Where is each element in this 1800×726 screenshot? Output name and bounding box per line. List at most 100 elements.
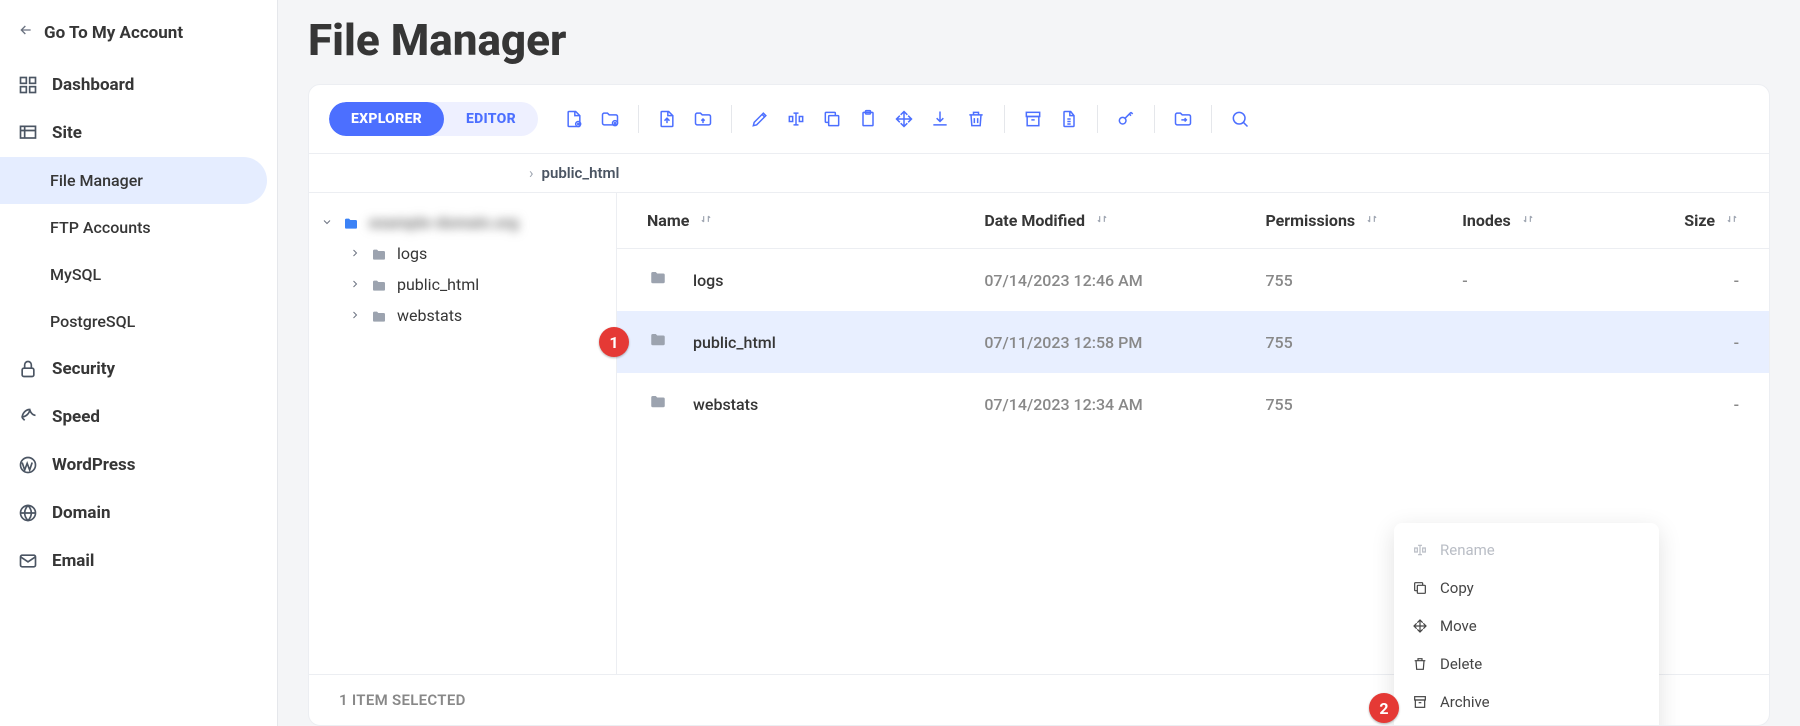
edit-button[interactable] <box>742 101 778 137</box>
archive-button[interactable] <box>1015 101 1051 137</box>
nav-label: Security <box>52 359 115 379</box>
file-manager-panel: EXPLORER EDITOR <box>308 84 1770 726</box>
column-size[interactable]: Size <box>1659 211 1739 230</box>
goto-folder-button[interactable] <box>1165 101 1201 137</box>
new-folder-button[interactable] <box>592 101 628 137</box>
file-inodes: - <box>1462 271 1659 290</box>
separator <box>1211 105 1212 133</box>
column-name[interactable]: Name <box>647 211 984 230</box>
sort-icon <box>699 211 713 230</box>
globe-icon <box>18 503 38 523</box>
file-date: 07/14/2023 12:46 AM <box>984 271 1265 290</box>
page-title: File Manager <box>308 14 1770 66</box>
file-date: 07/14/2023 12:34 AM <box>984 395 1265 414</box>
folder-icon <box>647 393 683 415</box>
sidebar-item-postgresql[interactable]: PostgreSQL <box>0 298 277 345</box>
nav-label: Domain <box>52 503 111 523</box>
search-button[interactable] <box>1222 101 1258 137</box>
context-delete[interactable]: Delete <box>1394 645 1659 683</box>
sidebar: Go To My Account Dashboard Site File Man… <box>0 0 278 726</box>
toolbar: EXPLORER EDITOR <box>309 85 1769 154</box>
rename-button[interactable] <box>778 101 814 137</box>
back-label: Go To My Account <box>44 23 183 43</box>
column-inodes[interactable]: Inodes <box>1462 211 1659 230</box>
folder-icon <box>369 278 389 292</box>
separator <box>731 105 732 133</box>
tree-item[interactable]: webstats <box>319 300 606 331</box>
context-menu: Rename Copy Move Delete Archive Change P… <box>1394 523 1659 726</box>
sidebar-item-dashboard[interactable]: Dashboard <box>0 61 277 109</box>
sort-icon <box>1365 211 1379 230</box>
tree-root[interactable]: example-domain.org <box>319 207 606 238</box>
nav-label: Speed <box>52 407 100 427</box>
file-name: webstats <box>693 395 758 414</box>
separator <box>1097 105 1098 133</box>
context-permissions[interactable]: Change Permissions <box>1394 721 1659 726</box>
context-move[interactable]: Move <box>1394 607 1659 645</box>
move-button[interactable] <box>886 101 922 137</box>
file-size: - <box>1659 271 1739 290</box>
file-perm: 755 <box>1265 333 1462 352</box>
context-copy[interactable]: Copy <box>1394 569 1659 607</box>
sidebar-item-site[interactable]: Site <box>0 109 277 157</box>
annotation-badge-1: 1 <box>599 327 629 357</box>
breadcrumb-segment[interactable]: public_html <box>542 164 620 182</box>
chevron-right-icon: › <box>529 164 534 182</box>
delete-button[interactable] <box>958 101 994 137</box>
tree-label: webstats <box>397 306 462 325</box>
copy-button[interactable] <box>814 101 850 137</box>
table-row[interactable]: 1 public_html 07/11/2023 12:58 PM 755 - <box>617 311 1769 373</box>
table-row[interactable]: webstats 07/14/2023 12:34 AM 755 - <box>617 373 1769 435</box>
sidebar-item-email[interactable]: Email <box>0 537 277 585</box>
folder-tree: example-domain.org logs public_html webs… <box>309 193 617 674</box>
extract-button[interactable] <box>1051 101 1087 137</box>
sidebar-item-file-manager[interactable]: File Manager <box>0 157 267 204</box>
sidebar-item-mysql[interactable]: MySQL <box>0 251 277 298</box>
folder-icon <box>341 216 361 230</box>
upload-file-button[interactable] <box>649 101 685 137</box>
folder-icon <box>369 309 389 323</box>
file-name: logs <box>693 271 723 290</box>
back-to-account[interactable]: Go To My Account <box>0 18 277 61</box>
context-archive[interactable]: Archive <box>1394 683 1659 721</box>
upload-folder-button[interactable] <box>685 101 721 137</box>
sidebar-item-ftp-accounts[interactable]: FTP Accounts <box>0 204 277 251</box>
nav-label: WordPress <box>52 455 136 475</box>
rocket-icon <box>18 407 38 427</box>
new-file-button[interactable] <box>556 101 592 137</box>
lock-icon <box>18 359 38 379</box>
tab-explorer[interactable]: EXPLORER <box>329 102 444 136</box>
column-permissions[interactable]: Permissions <box>1265 211 1462 230</box>
folder-icon <box>647 269 683 291</box>
sort-icon <box>1725 211 1739 230</box>
context-rename[interactable]: Rename <box>1394 531 1659 569</box>
separator <box>638 105 639 133</box>
separator <box>1154 105 1155 133</box>
tree-root-label: example-domain.org <box>369 213 519 232</box>
mode-toggle: EXPLORER EDITOR <box>329 102 538 136</box>
file-date: 07/11/2023 12:58 PM <box>984 333 1265 352</box>
file-name: public_html <box>693 333 776 352</box>
column-date[interactable]: Date Modified <box>984 211 1265 230</box>
chevron-right-icon <box>349 306 361 325</box>
main: File Manager EXPLORER EDITOR <box>278 0 1800 726</box>
tree-item[interactable]: public_html <box>319 269 606 300</box>
file-size: - <box>1659 395 1739 414</box>
sidebar-item-speed[interactable]: Speed <box>0 393 277 441</box>
sidebar-item-domain[interactable]: Domain <box>0 489 277 537</box>
chevron-down-icon <box>321 213 333 232</box>
sidebar-item-security[interactable]: Security <box>0 345 277 393</box>
file-perm: 755 <box>1265 271 1462 290</box>
file-list-header: Name Date Modified Permissions Inodes Si… <box>617 193 1769 249</box>
permissions-button[interactable] <box>1108 101 1144 137</box>
content-area: example-domain.org logs public_html webs… <box>309 193 1769 674</box>
tab-editor[interactable]: EDITOR <box>444 102 538 136</box>
download-button[interactable] <box>922 101 958 137</box>
tree-label: public_html <box>397 275 479 294</box>
chevron-right-icon <box>349 275 361 294</box>
paste-button[interactable] <box>850 101 886 137</box>
tree-label: logs <box>397 244 427 263</box>
tree-item[interactable]: logs <box>319 238 606 269</box>
sidebar-item-wordpress[interactable]: WordPress <box>0 441 277 489</box>
table-row[interactable]: logs 07/14/2023 12:46 AM 755 - - <box>617 249 1769 311</box>
